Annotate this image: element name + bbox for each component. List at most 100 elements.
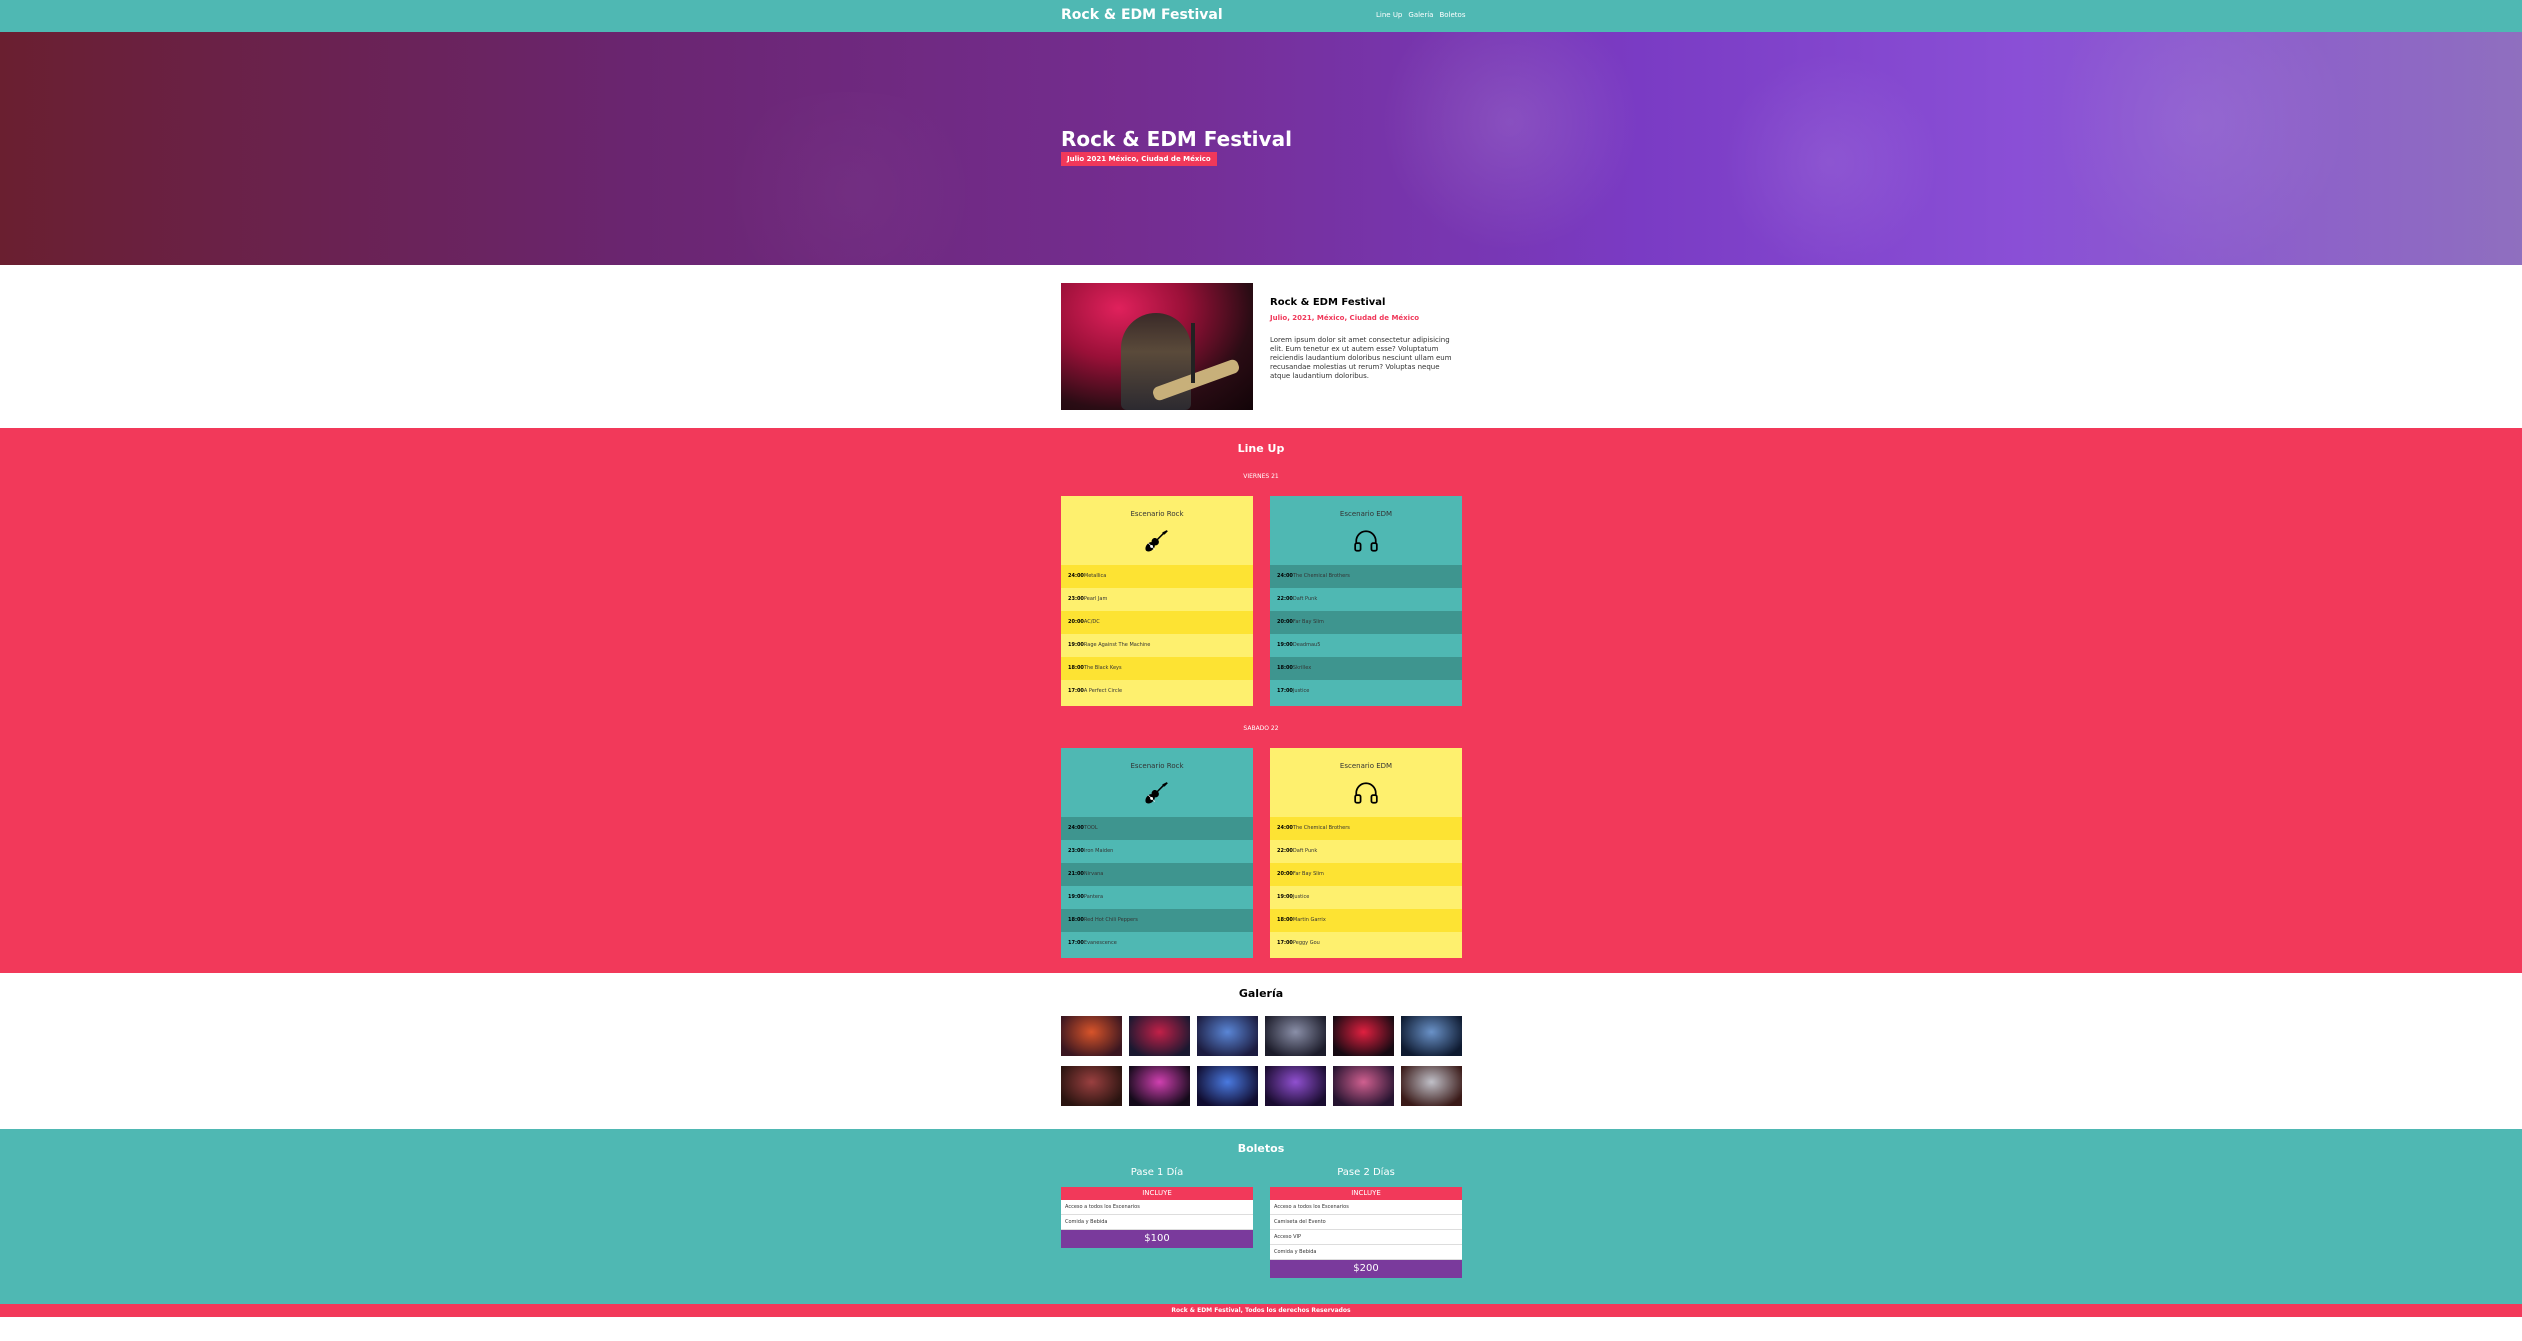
gallery-thumbnail[interactable] bbox=[1129, 1066, 1190, 1106]
stage-schedule: 24:00Metallica 23:00Pearl Jam 20:00AC/DC 19… bbox=[1061, 565, 1253, 703]
schedule-row: 19:00Deadmau5 bbox=[1270, 634, 1462, 657]
schedule-row: 23:00Iron Maiden bbox=[1061, 840, 1253, 863]
schedule-time: 17:00 bbox=[1277, 688, 1293, 694]
gallery-thumbnail[interactable] bbox=[1333, 1016, 1394, 1056]
stage-name: Escenario EDM bbox=[1339, 510, 1393, 518]
stage-card: Escenario EDM 24:00The Chemical Brothers 2… bbox=[1270, 748, 1462, 958]
site-header: Rock & EDM Festival Line Up Galería Bole… bbox=[0, 0, 2522, 32]
schedule-row: 24:00Metallica bbox=[1061, 565, 1253, 588]
schedule-row: 17:00Justice bbox=[1270, 680, 1462, 703]
pass-name: Pase 2 Días bbox=[1337, 1167, 1395, 1178]
schedule-artist: Metallica bbox=[1083, 573, 1107, 579]
schedule-row: 19:00Justice bbox=[1270, 886, 1462, 909]
stage-name: Escenario Rock bbox=[1130, 762, 1184, 770]
schedule-time: 18:00 bbox=[1068, 917, 1084, 923]
guitar-icon bbox=[1061, 528, 1253, 558]
pass-price-button[interactable]: $200 bbox=[1270, 1260, 1462, 1278]
photo-mic-stand bbox=[1191, 323, 1195, 383]
schedule-artist: Red Hot Chili Peppers bbox=[1083, 917, 1138, 923]
schedule-artist: Justice bbox=[1292, 688, 1310, 694]
gallery-thumbnail[interactable] bbox=[1333, 1066, 1394, 1106]
about-section: Rock & EDM Festival Julio, 2021, México,… bbox=[0, 265, 2522, 428]
schedule-time: 17:00 bbox=[1068, 688, 1084, 694]
gallery-thumbnail[interactable] bbox=[1197, 1016, 1258, 1056]
pass-includes-header: INCLUYE bbox=[1061, 1187, 1253, 1200]
schedule-artist: Martin Garrix bbox=[1292, 917, 1326, 923]
schedule-time: 21:00 bbox=[1068, 871, 1084, 877]
schedule-artist: Rage Against The Machine bbox=[1083, 642, 1151, 648]
schedule-artist: Pearl Jam bbox=[1083, 596, 1108, 602]
pass-include-item: Camiseta del Evento bbox=[1270, 1215, 1462, 1230]
schedule-time: 22:00 bbox=[1277, 848, 1293, 854]
schedule-time: 20:00 bbox=[1277, 871, 1293, 877]
pass-include-item: Acceso VIP bbox=[1270, 1230, 1462, 1245]
schedule-artist: The Chemical Brothers bbox=[1292, 573, 1350, 579]
schedule-artist: Evanescence bbox=[1083, 940, 1117, 946]
hero-date-badge: Julio 2021 México, Ciudad de México bbox=[1061, 152, 1217, 166]
stage-name: Escenario Rock bbox=[1130, 510, 1184, 518]
about-text: Lorem ipsum dolor sit amet consectetur a… bbox=[1270, 336, 1452, 380]
hero-light-effect bbox=[2050, 32, 2350, 265]
schedule-row: 19:00Pantera bbox=[1061, 886, 1253, 909]
gallery-thumbnail[interactable] bbox=[1401, 1066, 1462, 1106]
schedule-artist: Justice bbox=[1292, 894, 1310, 900]
gallery-thumbnail[interactable] bbox=[1401, 1016, 1462, 1056]
schedule-artist: TOOL bbox=[1083, 825, 1098, 831]
schedule-row: 17:00Evanescence bbox=[1061, 932, 1253, 955]
pass-include-item: Acceso a todos los Escenarios bbox=[1270, 1200, 1462, 1215]
gallery-thumbnail[interactable] bbox=[1061, 1016, 1122, 1056]
schedule-row: 18:00The Black Keys bbox=[1061, 657, 1253, 680]
schedule-row: 20:00Far Bay Slim bbox=[1270, 611, 1462, 634]
schedule-time: 24:00 bbox=[1068, 573, 1084, 579]
schedule-artist: Far Bay Slim bbox=[1292, 871, 1324, 877]
ticket-pass-card: Pase 1 Día INCLUYE Acceso a todos los Esce… bbox=[1061, 1167, 1253, 1248]
schedule-row: 18:00Red Hot Chili Peppers bbox=[1061, 909, 1253, 932]
schedule-time: 24:00 bbox=[1277, 573, 1293, 579]
hero-light-effect bbox=[1380, 32, 1640, 252]
gallery-thumbnail[interactable] bbox=[1265, 1016, 1326, 1056]
stage-card: Escenario Rock 24:00TOOL 23:00Iron Maiden 2… bbox=[1061, 748, 1253, 958]
about-title: Rock & EDM Festival bbox=[1270, 297, 1386, 308]
gallery-thumbnail[interactable] bbox=[1265, 1066, 1326, 1106]
nav-link-galeria[interactable]: Galería bbox=[1408, 11, 1433, 19]
schedule-artist: Peggy Gou bbox=[1292, 940, 1320, 946]
schedule-time: 17:00 bbox=[1068, 940, 1084, 946]
site-logo[interactable]: Rock & EDM Festival bbox=[1061, 7, 1223, 23]
nav-link-lineup[interactable]: Line Up bbox=[1376, 11, 1402, 19]
schedule-time: 24:00 bbox=[1277, 825, 1293, 831]
stage-name: Escenario EDM bbox=[1339, 762, 1393, 770]
main-nav: Line Up Galería Boletos bbox=[1376, 11, 1465, 19]
schedule-time: 20:00 bbox=[1277, 619, 1293, 625]
schedule-time: 23:00 bbox=[1068, 596, 1084, 602]
gallery-section: Galería bbox=[0, 973, 2522, 1129]
pass-includes-header: INCLUYE bbox=[1270, 1187, 1462, 1200]
schedule-artist: A Perfect Circle bbox=[1083, 688, 1123, 694]
stage-schedule: 24:00TOOL 23:00Iron Maiden 21:00Nirvana 19:… bbox=[1061, 817, 1253, 955]
schedule-row: 24:00TOOL bbox=[1061, 817, 1253, 840]
stage-schedule: 24:00The Chemical Brothers 22:00Daft Punk… bbox=[1270, 565, 1462, 703]
pass-include-item: Comida y Bebida bbox=[1270, 1245, 1462, 1260]
schedule-time: 18:00 bbox=[1277, 917, 1293, 923]
lineup-day-label: SABADO 22 bbox=[1243, 725, 1279, 732]
schedule-time: 23:00 bbox=[1068, 848, 1084, 854]
pass-include-item: Comida y Bebida bbox=[1061, 1215, 1253, 1230]
schedule-time: 24:00 bbox=[1068, 825, 1084, 831]
schedule-row: 19:00Rage Against The Machine bbox=[1061, 634, 1253, 657]
stage-schedule: 24:00The Chemical Brothers 22:00Daft Punk… bbox=[1270, 817, 1462, 955]
about-subtitle: Julio, 2021, México, Ciudad de México bbox=[1270, 314, 1420, 322]
schedule-artist: Iron Maiden bbox=[1083, 848, 1114, 854]
stage-card: Escenario EDM 24:00The Chemical Brothers 2… bbox=[1270, 496, 1462, 706]
schedule-row: 18:00Skrillex bbox=[1270, 657, 1462, 680]
nav-link-boletos[interactable]: Boletos bbox=[1439, 11, 1465, 19]
lineup-day-label: VIERNES 21 bbox=[1243, 473, 1279, 480]
gallery-thumbnail[interactable] bbox=[1197, 1066, 1258, 1106]
schedule-time: 19:00 bbox=[1277, 894, 1293, 900]
gallery-thumbnail[interactable] bbox=[1129, 1016, 1190, 1056]
schedule-artist: Daft Punk bbox=[1292, 596, 1318, 602]
pass-price-button[interactable]: $100 bbox=[1061, 1230, 1253, 1248]
hero-title: Rock & EDM Festival bbox=[1061, 127, 1292, 151]
gallery-thumbnail[interactable] bbox=[1061, 1066, 1122, 1106]
schedule-row: 20:00AC/DC bbox=[1061, 611, 1253, 634]
schedule-artist: Nirvana bbox=[1083, 871, 1104, 877]
schedule-row: 23:00Pearl Jam bbox=[1061, 588, 1253, 611]
